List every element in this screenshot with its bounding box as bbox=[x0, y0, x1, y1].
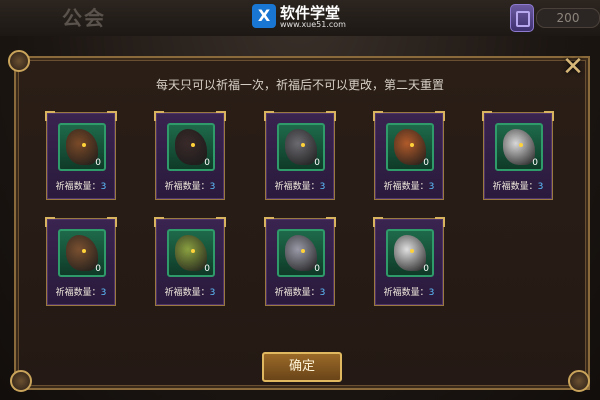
wild-boar-icon bbox=[66, 129, 98, 165]
corner-ornament-icon bbox=[568, 370, 590, 392]
blessing-label: 祈福数量： bbox=[492, 182, 538, 192]
blessing-count: 祈福数量：3 bbox=[484, 179, 552, 192]
beast-eye bbox=[191, 249, 195, 253]
blessing-count: 祈福数量：3 bbox=[156, 179, 224, 192]
corner-ornament-icon bbox=[10, 370, 32, 392]
beast-count: 0 bbox=[314, 264, 320, 274]
beast-count: 0 bbox=[95, 264, 101, 274]
blessing-value: 3 bbox=[537, 182, 544, 192]
beast-portrait: 0 bbox=[386, 123, 434, 171]
beast-portrait: 0 bbox=[167, 229, 215, 277]
beast-count: 0 bbox=[204, 158, 210, 168]
beast-count: 0 bbox=[423, 264, 429, 274]
blessing-value: 3 bbox=[428, 288, 435, 298]
beast-count: 0 bbox=[95, 158, 101, 168]
beast-count: 0 bbox=[532, 158, 538, 168]
blessing-label: 祈福数量： bbox=[383, 288, 429, 298]
blessing-value: 3 bbox=[100, 182, 107, 192]
beast-count: 0 bbox=[314, 158, 320, 168]
beast-portrait: 0 bbox=[277, 229, 325, 277]
bear-icon bbox=[66, 235, 98, 271]
griffin-icon bbox=[285, 235, 317, 271]
black-dragon-icon bbox=[175, 129, 207, 165]
beast-card[interactable]: 0 祈福数量：3 bbox=[264, 111, 336, 200]
blessing-value: 3 bbox=[209, 288, 216, 298]
currency-amount: 200 bbox=[536, 8, 600, 28]
beast-card[interactable]: 0 祈福数量：3 bbox=[45, 217, 117, 306]
beast-eye bbox=[82, 249, 86, 253]
beast-card[interactable]: 0 祈福数量：3 bbox=[264, 217, 336, 306]
blessing-count: 祈福数量：3 bbox=[266, 179, 334, 192]
beast-eye bbox=[82, 143, 86, 147]
beast-eye bbox=[410, 143, 414, 147]
beast-eye bbox=[301, 143, 305, 147]
blessing-label: 祈福数量： bbox=[164, 182, 210, 192]
blessing-label: 祈福数量： bbox=[55, 288, 101, 298]
beast-portrait: 0 bbox=[58, 229, 106, 277]
dialog-instruction: 每天只可以祈福一次，祈福后不可以更改，第二天重置 bbox=[155, 78, 444, 92]
blessing-count: 祈福数量：3 bbox=[156, 285, 224, 298]
watermark-logo-icon: X bbox=[252, 4, 276, 28]
beast-eye bbox=[410, 249, 414, 253]
unicorn-icon bbox=[394, 235, 426, 271]
blessing-value: 3 bbox=[319, 288, 326, 298]
beast-card[interactable]: 0 祈福数量：3 bbox=[154, 111, 226, 200]
beast-card[interactable]: 0 祈福数量：3 bbox=[482, 111, 554, 200]
blessing-label: 祈福数量： bbox=[55, 182, 101, 192]
beast-eye bbox=[301, 249, 305, 253]
beast-card[interactable]: 0 祈福数量：3 bbox=[373, 217, 445, 306]
blessing-count: 祈福数量：3 bbox=[47, 285, 115, 298]
beast-eye bbox=[191, 143, 195, 147]
blessing-value: 3 bbox=[100, 288, 107, 298]
beast-portrait: 0 bbox=[167, 123, 215, 171]
beast-count: 0 bbox=[204, 264, 210, 274]
blessing-count: 祈福数量：3 bbox=[375, 179, 443, 192]
beast-portrait: 0 bbox=[277, 123, 325, 171]
guild-title: 公会 bbox=[62, 6, 106, 30]
blessing-value: 3 bbox=[319, 182, 326, 192]
blessing-label: 祈福数量： bbox=[164, 288, 210, 298]
currency-display: 200 bbox=[506, 4, 600, 32]
beast-card[interactable]: 0 祈福数量：3 bbox=[373, 111, 445, 200]
red-dragon-icon bbox=[394, 129, 426, 165]
blessing-value: 3 bbox=[209, 182, 216, 192]
beast-eye bbox=[519, 143, 523, 147]
blessing-count: 祈福数量：3 bbox=[47, 179, 115, 192]
corner-ornament-icon bbox=[8, 50, 30, 72]
blessing-label: 祈福数量： bbox=[383, 182, 429, 192]
beast-portrait: 0 bbox=[495, 123, 543, 171]
beast-count: 0 bbox=[423, 158, 429, 168]
blessing-value: 3 bbox=[428, 182, 435, 192]
blessing-count: 祈福数量：3 bbox=[375, 285, 443, 298]
beast-card[interactable]: 0 祈福数量：3 bbox=[45, 111, 117, 200]
green-dragon-icon bbox=[175, 235, 207, 271]
white-horse-icon bbox=[503, 129, 535, 165]
blessing-label: 祈福数量： bbox=[274, 182, 320, 192]
blessing-label: 祈福数量： bbox=[274, 288, 320, 298]
blessing-count: 祈福数量：3 bbox=[266, 285, 334, 298]
top-bar: 公会 X 软件学堂 www.xue51.com 200 bbox=[0, 0, 600, 36]
beast-card[interactable]: 0 祈福数量：3 bbox=[154, 217, 226, 306]
beast-portrait: 0 bbox=[58, 123, 106, 171]
wolf-icon bbox=[285, 129, 317, 165]
confirm-button[interactable]: 确定 bbox=[262, 352, 342, 382]
beast-portrait: 0 bbox=[386, 229, 434, 277]
gem-icon bbox=[510, 4, 534, 32]
watermark-url: www.xue51.com bbox=[280, 20, 346, 29]
